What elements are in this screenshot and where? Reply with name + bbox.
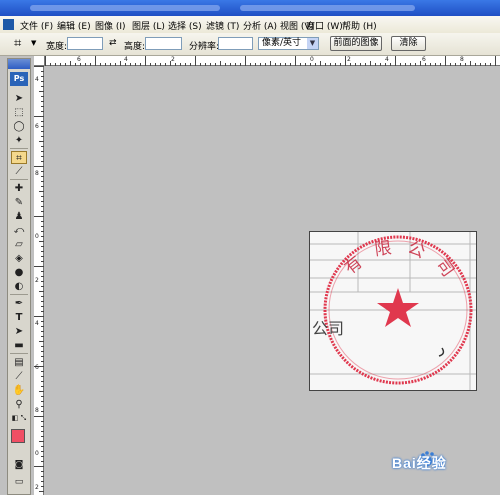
ruler-label: 0 [35, 233, 39, 240]
toolbox-divider [10, 353, 28, 354]
menu-file[interactable]: 文件 (F) [20, 19, 53, 32]
ruler-label: 0 [35, 450, 39, 457]
ruler-label: 8 [460, 56, 464, 63]
toolbox-divider [10, 179, 28, 180]
chevron-down-icon[interactable]: ▼ [307, 38, 318, 49]
paint-bucket-tool-icon[interactable]: ◈ [11, 252, 27, 265]
ruler-label: 4 [35, 320, 39, 327]
toolbox-divider [10, 294, 28, 295]
move-tool-icon[interactable]: ➤ [11, 92, 27, 105]
stamp-text: 有限公司 [341, 236, 452, 292]
swap-dimensions-icon[interactable]: ⇄ [109, 38, 117, 48]
ruler-label: 8 [35, 407, 39, 414]
crop-tool-icon[interactable]: ⌗ [11, 151, 27, 164]
type-tool-icon[interactable]: T [11, 311, 27, 324]
lasso-tool-icon[interactable]: ◯ [11, 120, 27, 133]
toolbox-grip[interactable] [8, 59, 30, 69]
ruler-label: 6 [77, 56, 81, 63]
clone-stamp-tool-icon[interactable]: ♟ [11, 210, 27, 223]
pen-tool-icon[interactable]: ✒ [11, 297, 27, 310]
height-label: 高度: [124, 42, 146, 52]
ruler-label: 0 [310, 56, 314, 63]
eraser-tool-icon[interactable]: ▱ [11, 238, 27, 251]
resolution-unit-select[interactable]: 像素/英寸 ▼ [258, 37, 319, 50]
ruler-label: 6 [422, 56, 426, 63]
width-input[interactable] [67, 37, 103, 50]
ruler-label: 2 [35, 277, 39, 284]
ruler-corner [34, 56, 45, 66]
slice-tool-icon[interactable]: ⟋ [11, 165, 27, 178]
path-selection-tool-icon[interactable]: ➤ [11, 325, 27, 338]
menu-select[interactable]: 选择 (S) [168, 19, 202, 32]
resolution-input[interactable] [218, 37, 253, 50]
quick-mask-icon[interactable]: ◙ [11, 459, 27, 472]
resolution-unit-value: 像素/英寸 [262, 38, 302, 48]
rectangle-tool-icon[interactable]: ▬ [11, 339, 27, 352]
watermark-text: Bai经验 [392, 455, 447, 471]
app-icon[interactable] [3, 19, 14, 30]
width-label: 宽度: [46, 42, 68, 52]
menu-help[interactable]: 帮助 (H) [342, 19, 377, 32]
side-text: 公司 [312, 319, 344, 338]
brush-tool-icon[interactable]: ✎ [11, 196, 27, 209]
menu-bar: 文件 (F) 编辑 (E) 图像 (I) 图层 (L) 选择 (S) 滤镜 (T… [0, 16, 500, 34]
marquee-tool-icon[interactable]: ⬚ [11, 106, 27, 119]
ruler-label: 6 [35, 123, 39, 130]
clear-button[interactable]: 清除 [391, 36, 426, 51]
watermark: Bai经验 [392, 451, 492, 471]
ruler-label: 2 [171, 56, 175, 63]
tool-preset-dropdown-icon[interactable]: ▼ [31, 39, 36, 47]
magic-wand-tool-icon[interactable]: ✦ [11, 134, 27, 147]
ruler-label: 2 [347, 56, 351, 63]
ruler-label: 4 [35, 76, 39, 83]
menu-filter[interactable]: 滤镜 (T) [206, 19, 239, 32]
toolbox-panel: Ps ➤ ⬚ ◯ ✦ ⌗ ⟋ ✚ ✎ ♟ ⤺ ▱ ◈ ● ◐ ✒ T ➤ ▬ ▤… [7, 58, 31, 495]
ruler-label: 4 [124, 56, 128, 63]
resolution-label: 分辨率: [189, 42, 220, 52]
menu-image[interactable]: 图像 (I) [95, 19, 126, 32]
title-bar-text-blurred-2 [240, 5, 415, 11]
hand-tool-icon[interactable]: ✋ [11, 384, 27, 397]
vertical-ruler[interactable]: 4 6 8 0 2 4 6 8 0 2 [34, 66, 44, 495]
photoshop-logo[interactable]: Ps [10, 72, 28, 86]
horizontal-ruler-ticks [45, 56, 496, 66]
eyedropper-tool-icon[interactable]: ⟋ [11, 370, 27, 383]
svg-text:有限公司: 有限公司 [341, 236, 466, 292]
toolbox-divider [10, 148, 28, 149]
menu-layer[interactable]: 图层 (L) [132, 19, 165, 32]
history-brush-tool-icon[interactable]: ⤺ [11, 224, 27, 237]
screen-mode-icon[interactable]: ▭ [11, 476, 27, 489]
ruler-label: 8 [35, 170, 39, 177]
crop-tool-icon[interactable]: ⌗ [14, 36, 21, 51]
height-input[interactable] [145, 37, 182, 50]
title-bar [0, 0, 500, 16]
ruler-label: 2 [35, 484, 39, 491]
horizontal-ruler[interactable]: 6 4 2 0 2 4 6 8 [45, 56, 500, 66]
menu-analysis[interactable]: 分析 (A) [243, 19, 277, 32]
healing-brush-tool-icon[interactable]: ✚ [11, 182, 27, 195]
blur-tool-icon[interactable]: ● [11, 266, 27, 279]
zoom-tool-icon[interactable]: ⚲ [11, 398, 27, 411]
notes-tool-icon[interactable]: ▤ [11, 356, 27, 369]
menu-edit[interactable]: 编辑 (E) [57, 19, 91, 32]
menu-window[interactable]: 窗口 (W) [306, 19, 343, 32]
document-canvas[interactable]: 有限公司 公司 [309, 231, 477, 391]
front-image-button[interactable]: 前面的图像 [330, 36, 382, 51]
title-bar-text-blurred [30, 5, 220, 11]
ruler-label: 6 [35, 364, 39, 371]
dodge-tool-icon[interactable]: ◐ [11, 280, 27, 293]
options-bar: ⌗ ▼ 宽度: ⇄ 高度: 分辨率: 像素/英寸 ▼ 前面的图像 清除 [0, 33, 500, 56]
foreground-color-swatch[interactable] [11, 429, 25, 443]
default-colors-icon[interactable]: ◧ ⤡ [11, 412, 27, 425]
stamp-image: 有限公司 公司 [310, 232, 476, 390]
ruler-label: 4 [385, 56, 389, 63]
